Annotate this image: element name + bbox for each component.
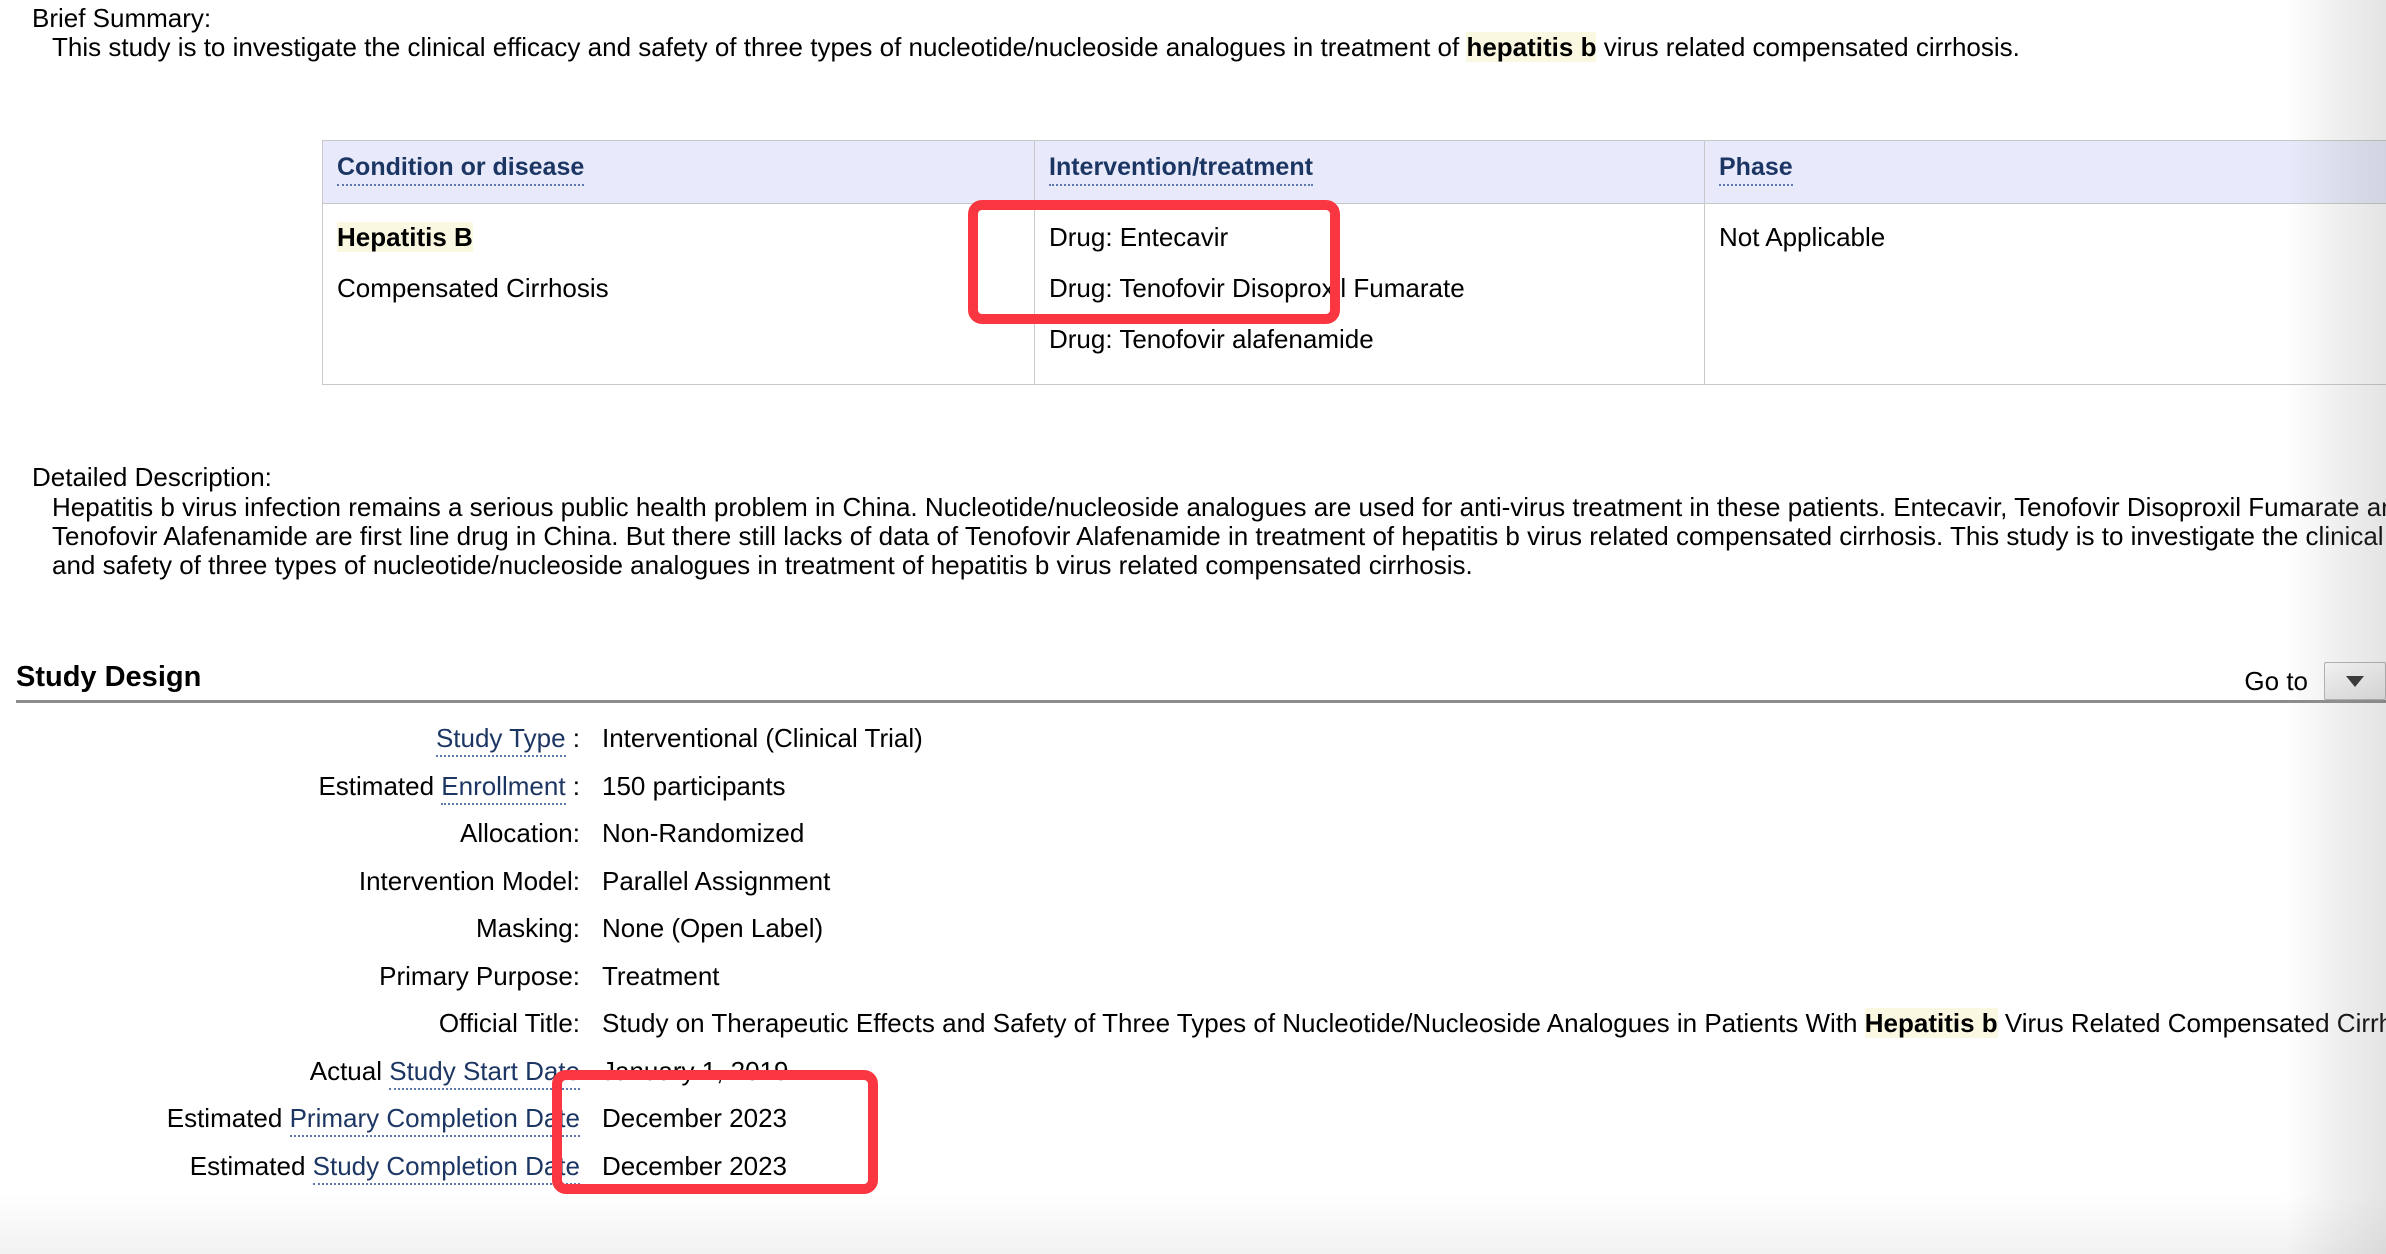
- official-title-highlight: Hepatitis b: [1864, 1008, 1998, 1038]
- design-row-label: Estimated Primary Completion Date: [0, 1103, 580, 1137]
- column-header-condition-link[interactable]: Condition or disease: [337, 153, 585, 186]
- condition-hepatitis-b: Hepatitis B: [337, 222, 473, 252]
- detailed-description-line: and safety of three types of nucleotide/…: [52, 550, 1473, 580]
- intervention-item: Drug: Tenofovir Disoproxil Fumarate: [1049, 273, 1465, 303]
- design-row-label: Allocation:: [460, 818, 580, 848]
- cell-interventions: Drug: Entecavir Drug: Tenofovir Disoprox…: [1034, 203, 1705, 385]
- design-row-value: 150 participants: [602, 770, 786, 801]
- design-row-study-type: Study Type : Interventional (Clinical Tr…: [0, 723, 2386, 771]
- vertical-scroll-shadow: [0, 1194, 2386, 1254]
- brief-summary-text-part1: This study is to investigate the clinica…: [52, 32, 1467, 62]
- design-row-suffix: :: [565, 770, 580, 801]
- design-row-label: Estimated Enrollment :: [0, 770, 580, 805]
- design-row-value: January 1, 2019: [602, 1055, 789, 1086]
- design-row-study-completion-date: Estimated Study Completion Date December…: [0, 1150, 2386, 1199]
- column-header-intervention-link[interactable]: Intervention/treatment: [1049, 153, 1313, 186]
- table-header-row: Condition or disease Intervention/treatm…: [322, 140, 2386, 204]
- study-completion-date-link[interactable]: Study Completion Date: [312, 1150, 580, 1185]
- condition-item: Hepatitis B: [337, 222, 1034, 252]
- condition-item: Compensated Cirrhosis: [337, 273, 609, 303]
- design-row-value: December 2023: [602, 1103, 787, 1133]
- design-row-value: Treatment: [602, 960, 720, 991]
- design-row-label: Estimated Study Completion Date: [0, 1150, 580, 1185]
- phase-item: Not Applicable: [1719, 222, 1886, 252]
- goto-label: Go to: [2244, 666, 2308, 696]
- design-row-allocation: Allocation: Non-Randomized: [0, 818, 2386, 866]
- column-header-intervention: Intervention/treatment: [1034, 140, 1705, 204]
- design-row-value: Parallel Assignment: [602, 865, 831, 896]
- goto-control: Go to: [2244, 662, 2386, 700]
- study-design-section-header: Study Design Go to: [16, 660, 2386, 703]
- design-row-label: Actual Study Start Date: [0, 1055, 580, 1090]
- design-row-value: Study on Therapeutic Effects and Safety …: [580, 1008, 2386, 1038]
- brief-summary-label: Brief Summary:: [32, 3, 212, 33]
- design-row-suffix: :: [565, 723, 580, 753]
- column-header-phase: Phase: [1704, 140, 2386, 204]
- design-row-label: Study Type :: [0, 723, 580, 757]
- detailed-description-line: Tenofovir Alafenamide are first line dru…: [52, 521, 2386, 551]
- design-row-enrollment: Estimated Enrollment : 150 participants: [0, 770, 2386, 819]
- page-title: Study Design: [16, 661, 202, 693]
- detailed-description-line: Hepatitis b virus infection remains a se…: [52, 492, 2386, 522]
- design-row-label: Masking:: [475, 913, 580, 943]
- clinical-trial-record-page: Brief Summary: This study is to investig…: [0, 0, 2386, 1254]
- goto-dropdown[interactable]: [2324, 662, 2386, 700]
- column-header-phase-link[interactable]: Phase: [1719, 153, 1793, 186]
- brief-summary-text-part2: virus related compensated cirrhosis.: [1596, 32, 2020, 62]
- design-row-prefix: Estimated: [189, 1150, 313, 1181]
- design-row-value: December 2023: [602, 1150, 787, 1181]
- primary-completion-date-link[interactable]: Primary Completion Date: [289, 1103, 580, 1137]
- table-row: Hepatitis B Compensated Cirrhosis Drug: …: [322, 203, 2386, 385]
- cell-conditions: Hepatitis B Compensated Cirrhosis: [322, 203, 1035, 385]
- study-type-link[interactable]: Study Type: [435, 723, 566, 757]
- design-row-prefix: Actual: [309, 1055, 390, 1086]
- intervention-item: Drug: Tenofovir alafenamide: [1049, 324, 1374, 354]
- design-row-label: Intervention Model:: [358, 865, 580, 896]
- study-start-date-link[interactable]: Study Start Date: [389, 1055, 580, 1090]
- official-title-part1: Study on Therapeutic Effects and Safety …: [602, 1008, 1865, 1038]
- enrollment-link[interactable]: Enrollment: [441, 770, 566, 805]
- design-row-label: Official Title:: [438, 1008, 580, 1038]
- study-design-detail-list: Study Type : Interventional (Clinical Tr…: [0, 723, 2386, 1198]
- design-row-study-start-date: Actual Study Start Date January 1, 2019: [0, 1055, 2386, 1104]
- design-row-primary-completion-date: Estimated Primary Completion Date Decemb…: [0, 1103, 2386, 1151]
- design-row-prefix: Estimated: [318, 770, 442, 801]
- design-row-label: Primary Purpose:: [379, 960, 580, 991]
- brief-summary-highlight: hepatitis b: [1466, 32, 1597, 62]
- design-row-masking: Masking: None (Open Label): [0, 913, 2386, 961]
- design-row-value: None (Open Label): [602, 913, 824, 943]
- design-row-prefix: Estimated: [166, 1103, 290, 1133]
- design-row-official-title: Official Title: Study on Therapeutic Eff…: [0, 1008, 2386, 1056]
- official-title-part2: Virus Related Compensated Cirrhosis: [2004, 1008, 2386, 1038]
- design-row-value: Interventional (Clinical Trial): [602, 723, 923, 753]
- brief-summary-text: This study is to investigate the clinica…: [52, 32, 2020, 62]
- cell-phase: Not Applicable: [1704, 203, 2386, 385]
- design-row-value: Non-Randomized: [602, 818, 805, 848]
- chevron-down-icon: [2346, 675, 2364, 687]
- design-row-primary-purpose: Primary Purpose: Treatment: [0, 961, 2386, 1009]
- column-header-condition: Condition or disease: [322, 140, 1035, 204]
- intervention-item: Drug: Entecavir: [1049, 222, 1229, 252]
- design-row-intervention-model: Intervention Model: Parallel Assignment: [0, 866, 2386, 914]
- conditions-interventions-table: Condition or disease Intervention/treatm…: [322, 140, 2386, 385]
- detailed-description-label: Detailed Description:: [32, 462, 272, 492]
